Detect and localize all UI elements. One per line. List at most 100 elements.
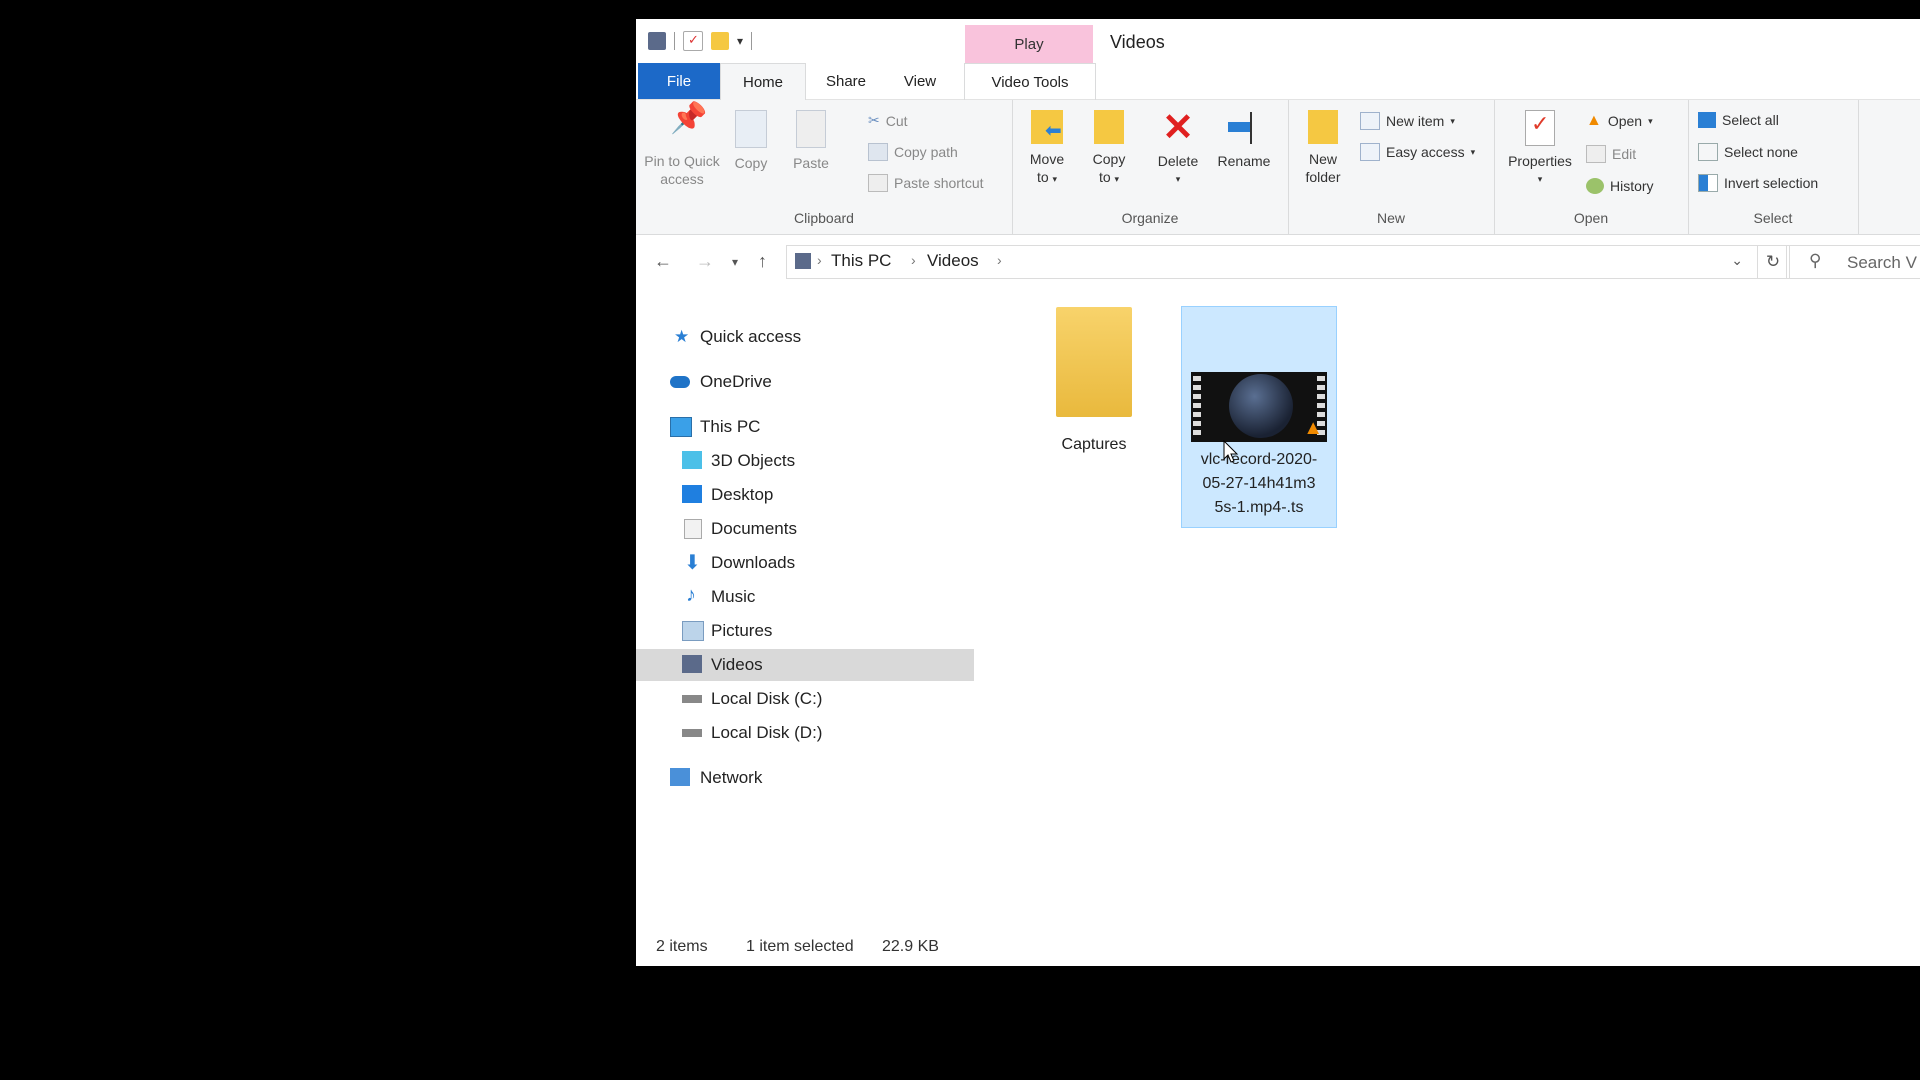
nav-music-label: Music xyxy=(711,587,756,606)
nav-onedrive[interactable]: OneDrive xyxy=(636,366,974,398)
vlc-cone-icon: ▲ xyxy=(1586,112,1602,129)
copy-button[interactable]: Copy xyxy=(726,110,776,172)
properties-button[interactable]: ✓ Properties ▾ xyxy=(1498,110,1582,188)
nav-local-disk-c[interactable]: Local Disk (C:) xyxy=(636,683,974,715)
copy-path-icon xyxy=(868,143,888,161)
copy-to-button[interactable]: Copy to ▾ xyxy=(1078,110,1140,188)
tab-share[interactable]: Share xyxy=(808,63,884,99)
nav-pictures[interactable]: Pictures xyxy=(636,615,974,647)
paste-shortcut-label: Paste shortcut xyxy=(894,175,984,191)
delete-button[interactable]: ✕ Delete ▾ xyxy=(1148,109,1208,188)
address-bar[interactable]: › This PC › Videos › ⌄ xyxy=(786,245,1758,279)
nav-music[interactable]: ♪ Music xyxy=(636,581,974,613)
recent-locations-icon[interactable]: ▾ xyxy=(732,255,738,269)
up-arrow-icon[interactable]: ↑ xyxy=(758,251,767,272)
pin-label-1: Pin to Quick xyxy=(644,153,720,169)
address-dropdown-icon[interactable]: ⌄ xyxy=(1731,252,1743,269)
desktop-icon xyxy=(682,485,702,503)
tab-view[interactable]: View xyxy=(884,63,956,99)
move-to-icon: ⬅ xyxy=(1031,110,1063,144)
open-group: ✓ Properties ▾ ▲ Open ▾ Edit History Ope… xyxy=(1494,100,1689,234)
breadcrumb-videos[interactable]: Videos xyxy=(927,251,979,271)
cut-button[interactable]: ✂ Cut xyxy=(868,112,908,129)
breadcrumb-this-pc[interactable]: This PC xyxy=(831,251,891,271)
new-folder-button[interactable]: New folder xyxy=(1294,110,1352,186)
nav-downloads[interactable]: ⬇ Downloads xyxy=(636,547,974,579)
computer-icon xyxy=(670,417,692,437)
folder-item-captures[interactable]: Captures xyxy=(1020,307,1168,457)
nav-local-disk-c-label: Local Disk (C:) xyxy=(711,689,823,708)
new-item-button[interactable]: New item ▾ xyxy=(1360,112,1455,130)
delete-label: Delete xyxy=(1157,153,1199,169)
folder-icon xyxy=(1056,307,1132,417)
earth-image xyxy=(1229,374,1293,438)
nav-pictures-label: Pictures xyxy=(711,621,773,640)
drive-icon xyxy=(682,729,702,737)
edit-label: Edit xyxy=(1612,146,1637,162)
properties-check-icon[interactable]: ✓ xyxy=(683,31,703,51)
pin-label-2: access xyxy=(660,171,704,187)
history-icon xyxy=(1586,178,1604,194)
nav-this-pc[interactable]: This PC xyxy=(636,411,974,443)
nav-videos[interactable]: Videos xyxy=(636,649,974,681)
system-drive-icon xyxy=(682,695,702,703)
qat-divider-end xyxy=(751,32,753,50)
nav-local-disk-d[interactable]: Local Disk (D:) xyxy=(636,717,974,749)
nav-network[interactable]: Network xyxy=(636,762,974,794)
paste-label: Paste xyxy=(793,155,829,171)
select-all-button[interactable]: Select all xyxy=(1698,112,1779,128)
open-button[interactable]: ▲ Open ▾ xyxy=(1586,112,1653,130)
move-to-label-1: Move xyxy=(1029,151,1065,167)
select-all-label: Select all xyxy=(1722,112,1779,128)
edit-icon xyxy=(1586,145,1606,163)
paste-shortcut-button[interactable]: Paste shortcut xyxy=(868,174,984,192)
new-folder-icon[interactable] xyxy=(711,32,729,50)
paste-button[interactable]: Paste xyxy=(786,110,836,172)
history-button[interactable]: History xyxy=(1586,178,1654,194)
cut-label: Cut xyxy=(885,112,908,129)
easy-access-label: Easy access xyxy=(1386,144,1465,160)
move-to-label-2: to ▾ xyxy=(1036,169,1058,185)
copy-path-button[interactable]: Copy path xyxy=(868,143,958,161)
properties-icon: ✓ xyxy=(1525,110,1555,146)
paste-shortcut-icon xyxy=(868,174,888,192)
new-group: New folder New item ▾ Easy access ▾ New xyxy=(1288,100,1495,234)
status-selection: 1 item selected xyxy=(746,938,854,955)
document-icon xyxy=(684,519,702,539)
file-item-vlc-record[interactable]: ▲ vlc-record-2020- 05-27-14h41m3 5s-1.mp… xyxy=(1181,306,1337,528)
delete-dropdown-icon[interactable]: ▾ xyxy=(1148,170,1208,188)
new-item-label: New item xyxy=(1386,113,1445,129)
status-bar: 2 items 1 item selected 22.9 KB xyxy=(636,926,1920,966)
search-icon: ⚲ xyxy=(1809,251,1822,270)
nav-downloads-label: Downloads xyxy=(711,553,796,572)
edit-button[interactable]: Edit xyxy=(1586,145,1636,163)
select-none-button[interactable]: Select none xyxy=(1698,143,1798,161)
title-bar: ✓ ▾ Play Videos xyxy=(636,19,1920,63)
search-box[interactable]: ⚲ Search V xyxy=(1786,245,1920,279)
nav-documents[interactable]: Documents xyxy=(636,513,974,545)
download-arrow-icon: ⬇ xyxy=(684,552,701,574)
tab-file[interactable]: File xyxy=(638,63,720,99)
new-folder-big-icon xyxy=(1308,110,1338,144)
back-arrow-icon[interactable]: ← xyxy=(654,251,672,272)
easy-access-button[interactable]: Easy access ▾ xyxy=(1360,143,1475,161)
rename-button[interactable]: Rename xyxy=(1212,110,1276,170)
customize-qat-icon[interactable]: ▾ xyxy=(737,34,743,48)
nav-local-disk-d-label: Local Disk (D:) xyxy=(711,723,823,742)
tab-video-tools[interactable]: Video Tools xyxy=(964,63,1096,100)
forward-arrow-icon[interactable]: → xyxy=(696,251,714,272)
properties-dropdown-icon[interactable]: ▾ xyxy=(1498,170,1582,188)
nav-quick-access[interactable]: ★ Quick access xyxy=(636,321,974,353)
qat-divider xyxy=(674,32,675,50)
nav-3d-objects[interactable]: 3D Objects xyxy=(636,445,974,477)
folder-name: Captures xyxy=(1061,436,1127,453)
tab-home[interactable]: Home xyxy=(720,63,806,100)
nav-quick-access-label: Quick access xyxy=(700,327,802,346)
pin-quick-access-button[interactable]: 📌 Pin to Quick access xyxy=(644,104,720,188)
new-item-icon xyxy=(1360,112,1380,130)
invert-selection-button[interactable]: Invert selection xyxy=(1698,174,1818,192)
move-to-button[interactable]: ⬅ Move to ▾ xyxy=(1016,110,1078,188)
play-context-tab[interactable]: Play xyxy=(965,25,1093,63)
nav-desktop[interactable]: Desktop xyxy=(636,479,974,511)
chevron-right-icon: › xyxy=(911,252,916,268)
